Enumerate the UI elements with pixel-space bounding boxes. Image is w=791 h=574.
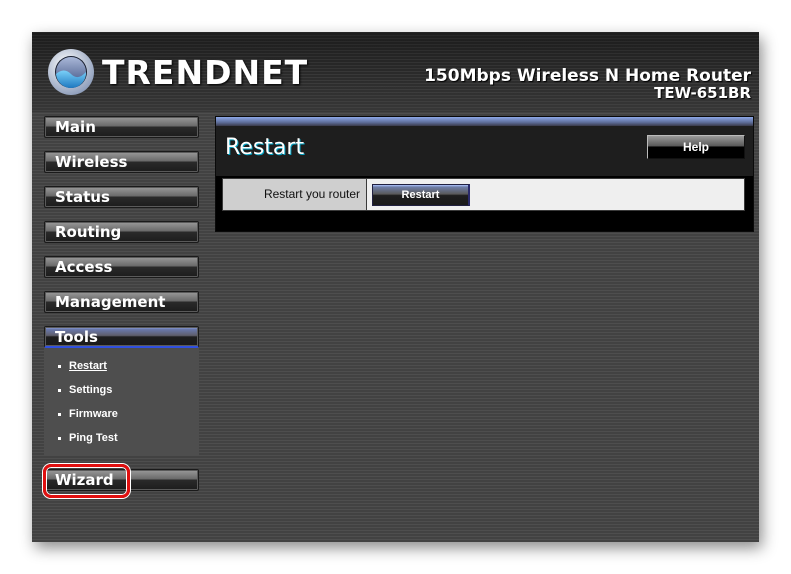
page-title: Restart xyxy=(225,135,305,160)
sidebar-item-tools[interactable]: Tools xyxy=(44,326,199,348)
sidebar-item-status[interactable]: Status xyxy=(44,186,199,208)
sidebar-nav: Main Wireless Status Routing Access Mana… xyxy=(43,116,199,504)
sidebar-item-main[interactable]: Main xyxy=(44,116,199,138)
sidebar-item-wizard[interactable]: Wizard xyxy=(44,469,199,491)
brand-name: TRENDNET xyxy=(102,52,309,92)
product-model: TEW-651BR xyxy=(654,84,751,102)
submenu-item-restart[interactable]: Restart xyxy=(44,354,199,378)
sidebar-item-management[interactable]: Management xyxy=(44,291,199,313)
content-panel: Restart Help Restart you router Restart xyxy=(215,116,754,232)
bullet-icon xyxy=(58,412,61,416)
submenu-item-label[interactable]: Settings xyxy=(69,384,112,396)
trendnet-globe-icon xyxy=(46,47,96,97)
sidebar-item-routing[interactable]: Routing xyxy=(44,221,199,243)
brand-logo: TRENDNET xyxy=(46,46,308,98)
restart-label: Restart you router xyxy=(223,179,367,210)
sidebar-item-wireless[interactable]: Wireless xyxy=(44,151,199,173)
panel-top-bar xyxy=(216,117,753,126)
bullet-icon xyxy=(58,436,61,440)
restart-form-row: Restart you router Restart xyxy=(222,178,745,211)
submenu-item-ping-test[interactable]: Ping Test xyxy=(44,426,199,450)
submenu-item-label[interactable]: Ping Test xyxy=(69,432,118,444)
wizard-wrapper: Wizard xyxy=(43,464,199,498)
tools-submenu: Restart Settings Firmware Ping Test xyxy=(44,348,199,456)
router-admin-page: TRENDNET 150Mbps Wireless N Home Router … xyxy=(32,32,759,542)
product-info: 150Mbps Wireless N Home Router TEW-651BR xyxy=(424,67,751,102)
sidebar-item-access[interactable]: Access xyxy=(44,256,199,278)
bullet-icon xyxy=(58,364,61,368)
product-title: 150Mbps Wireless N Home Router xyxy=(424,66,751,86)
help-button[interactable]: Help xyxy=(647,135,745,159)
restart-value-cell: Restart xyxy=(367,179,744,210)
submenu-item-settings[interactable]: Settings xyxy=(44,378,199,402)
submenu-item-label[interactable]: Restart xyxy=(69,360,107,372)
submenu-item-label[interactable]: Firmware xyxy=(69,408,118,420)
submenu-item-firmware[interactable]: Firmware xyxy=(44,402,199,426)
header: TRENDNET 150Mbps Wireless N Home Router … xyxy=(32,32,759,112)
restart-button[interactable]: Restart xyxy=(372,184,470,206)
bullet-icon xyxy=(58,388,61,392)
